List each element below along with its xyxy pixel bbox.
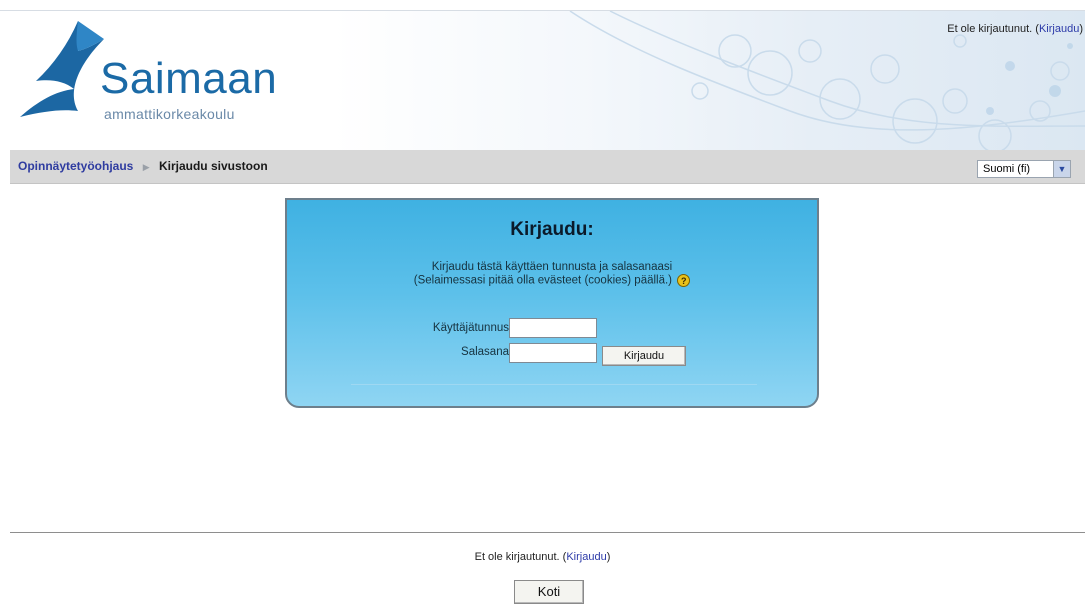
logo-subtitle: ammattikorkeakoulu <box>104 106 235 122</box>
home-button[interactable]: Koti <box>514 580 584 604</box>
language-select-value: Suomi (fi) <box>983 163 1031 175</box>
header-login-link[interactable]: Kirjaudu <box>1039 23 1079 35</box>
footer-rule <box>10 532 1085 533</box>
navbar: Opinnäytetyöohjaus ▶ Kirjaudu sivustoon … <box>10 150 1085 184</box>
login-box: Kirjaudu: Kirjaudu tästä käyttäen tunnus… <box>285 198 819 408</box>
header-login-info: Et ole kirjautunut. (Kirjaudu) <box>947 23 1083 35</box>
help-question-icon[interactable]: ? <box>677 274 691 287</box>
password-label: Salasana <box>461 346 509 358</box>
login-description: Kirjaudu tästä käyttäen tunnusta ja sala… <box>287 261 817 288</box>
login-description-line2-wrapper: (Selaimessasi pitää olla evästeet (cooki… <box>287 274 817 288</box>
footer-login-link[interactable]: Kirjaudu <box>566 551 606 563</box>
login-description-line1: Kirjaudu tästä käyttäen tunnusta ja sala… <box>431 261 673 273</box>
breadcrumb-home-link[interactable]: Opinnäytetyöohjaus <box>18 159 133 173</box>
footer-login-status: Et ole kirjautunut. <box>474 551 560 563</box>
language-select[interactable]: Suomi (fi) ▼ <box>977 160 1071 178</box>
username-label: Käyttäjätunnus <box>432 322 509 334</box>
login-description-line2: (Selaimessasi pitää olla evästeet (cooki… <box>413 274 673 287</box>
breadcrumb-current: Kirjaudu sivustoon <box>158 159 268 173</box>
chevron-down-icon[interactable]: ▼ <box>1053 161 1070 177</box>
login-title: Kirjaudu: <box>510 219 594 240</box>
login-submit-button[interactable]: Kirjaudu <box>602 346 686 366</box>
site-header: Saimaan ammattikorkeakoulu Et ole kirjau… <box>10 11 1085 150</box>
saimaan-logo[interactable]: Saimaan ammattikorkeakoulu <box>16 19 278 129</box>
breadcrumb-separator-icon: ▶ <box>142 162 150 172</box>
logo-name: Saimaan <box>100 54 278 103</box>
breadcrumb: Opinnäytetyöohjaus ▶ Kirjaudu sivustoon <box>18 159 268 173</box>
footer-login-info: Et ole kirjautunut. (Kirjaudu) <box>474 551 611 563</box>
password-input[interactable] <box>509 343 597 363</box>
logo-fin-icon <box>20 21 104 117</box>
login-status-text: Et ole kirjautunut. <box>947 23 1033 35</box>
login-divider <box>351 384 757 385</box>
username-input[interactable] <box>509 318 597 338</box>
